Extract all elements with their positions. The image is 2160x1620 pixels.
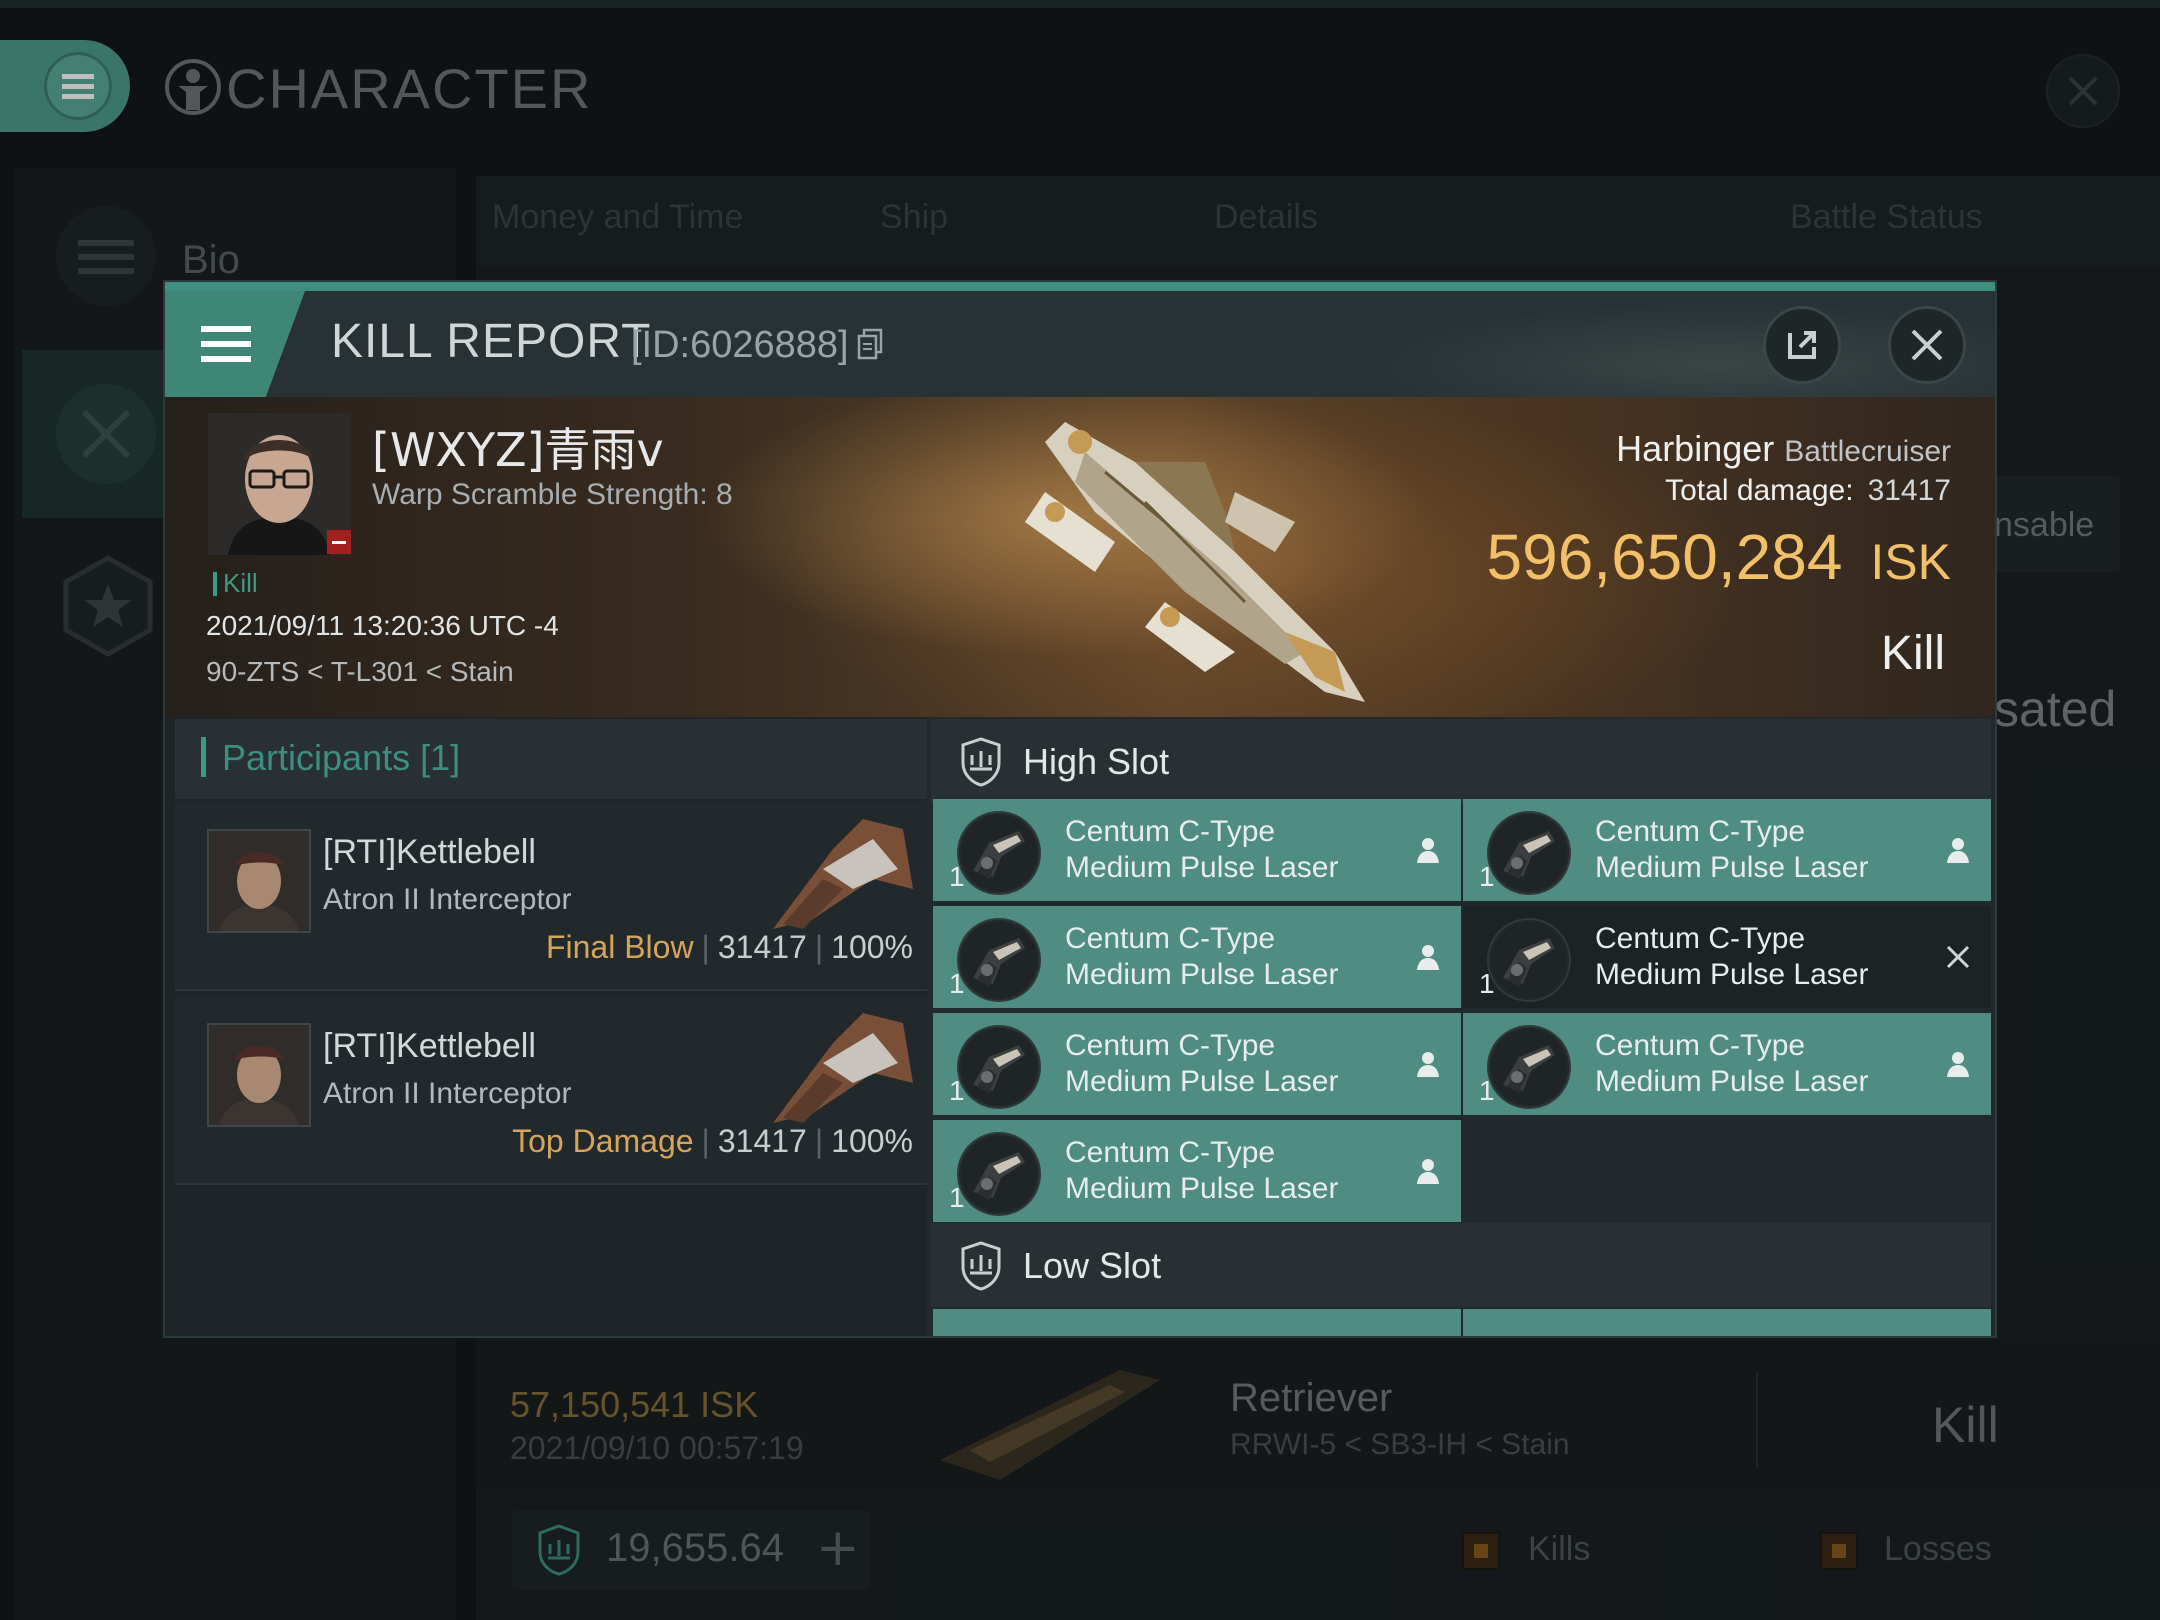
module-tile[interactable]: 1 Centum C-Type Medium Pulse Laser: [933, 906, 1461, 1008]
module-name-line2: Medium Pulse Laser: [1065, 851, 1339, 884]
isk-amount: 596,650,284: [1486, 521, 1843, 593]
copy-icon[interactable]: [857, 328, 883, 360]
participants-header-bar: [201, 737, 206, 777]
module-tile[interactable]: 1 Centum C-Type Medium Pulse Laser: [933, 1120, 1461, 1222]
pulse-laser-icon: [1487, 1025, 1571, 1109]
pulse-laser-icon: [1487, 918, 1571, 1002]
low-slot-label: Low Slot: [1023, 1245, 1162, 1286]
victim-pilot-name[interactable]: [WXYZ]青雨v: [372, 414, 664, 480]
ship-class: Battlecruiser: [1784, 435, 1951, 468]
kill-location[interactable]: 90-ZTS < T-L301 < Stain: [206, 656, 514, 688]
participant-percent: 100%: [831, 1123, 913, 1159]
participant-stats: Top Damage | 31417 | 100%: [512, 1123, 913, 1159]
module-tile[interactable]: 1 Centum C-Type Medium Pulse Laser: [1463, 906, 1991, 1008]
kill-tag: Kill: [223, 568, 258, 598]
participant-damage: 31417: [717, 929, 807, 965]
low-slot-icon: [959, 1241, 1003, 1291]
high-slot-icon: [959, 737, 1003, 787]
total-damage-value: 31417: [1867, 474, 1951, 507]
module-quantity: 1: [949, 968, 965, 999]
module-name-line2: Medium Pulse Laser: [1065, 958, 1339, 991]
high-slot-header: High Slot: [931, 719, 1991, 803]
person-icon: [1943, 1049, 1973, 1079]
module-name-line2: Medium Pulse Laser: [1595, 958, 1869, 991]
module-tile[interactable]: 1 Centum C-Type Medium Pulse Laser: [1463, 799, 1991, 901]
module-quantity: 1: [949, 861, 965, 892]
module-tile[interactable]: 1 Centum C-Type Medium Pulse Laser: [933, 799, 1461, 901]
warp-scramble-strength: Warp Scramble Strength: 8: [372, 478, 733, 511]
module-row-partial[interactable]: [933, 1309, 1461, 1336]
pulse-laser-icon: [957, 811, 1041, 895]
participant-ship-image: [753, 1003, 923, 1133]
module-name-line1: Centum C-Type: [1065, 922, 1276, 955]
participant-name: [RTI]Kettlebell: [323, 833, 536, 871]
module-name-line1: Centum C-Type: [1065, 815, 1276, 848]
module-name-line1: Centum C-Type: [1595, 1029, 1806, 1062]
menu-icon: [165, 291, 315, 397]
participant-row[interactable]: [RTI]Kettlebell Atron II Interceptor Fin…: [175, 801, 927, 991]
module-name-line1: Centum C-Type: [1065, 1136, 1276, 1169]
person-icon: [1413, 835, 1443, 865]
victim-ship-image: [905, 402, 1465, 712]
final-blow-label: Final Blow: [545, 929, 694, 965]
module-name-line1: Centum C-Type: [1065, 1029, 1276, 1062]
pulse-laser-icon: [957, 1025, 1041, 1109]
participant-ship-image: [753, 809, 923, 939]
report-type: Kill: [1880, 627, 1945, 680]
module-name-line1: Centum C-Type: [1595, 922, 1806, 955]
ship-name: Harbinger: [1616, 428, 1775, 469]
participant-percent: 100%: [831, 929, 913, 965]
module-name-line2: Medium Pulse Laser: [1595, 851, 1869, 884]
person-icon: [1413, 1049, 1443, 1079]
person-icon: [1413, 942, 1443, 972]
module-name-line2: Medium Pulse Laser: [1065, 1065, 1339, 1098]
destroyed-x-icon: [1943, 942, 1973, 972]
pulse-laser-icon: [957, 918, 1041, 1002]
kill-report-modal: KILL REPORT [ID:6026888] [WXYZ]青雨v Warp …: [165, 282, 1995, 1336]
participant-damage: 31417: [717, 1123, 807, 1159]
modal-accent-line: [165, 282, 1995, 291]
kill-report-id: [ID:6026888]: [631, 324, 849, 366]
high-slot-label: High Slot: [1023, 741, 1170, 782]
low-slot-header: Low Slot: [931, 1223, 1991, 1307]
share-icon: [1788, 331, 1816, 359]
participant-row[interactable]: [RTI]Kettlebell Atron II Interceptor Top…: [175, 995, 927, 1185]
total-damage: Total damage: 31417: [1665, 474, 1951, 508]
kill-tag-bar: [213, 572, 217, 596]
module-tile[interactable]: 1 Centum C-Type Medium Pulse Laser: [1463, 1013, 1991, 1115]
module-name-line2: Medium Pulse Laser: [1065, 1172, 1339, 1205]
participants-label: Participants [1]: [222, 737, 461, 778]
module-quantity: 1: [949, 1182, 965, 1213]
pulse-laser-icon: [957, 1132, 1041, 1216]
total-damage-label: Total damage:: [1665, 474, 1854, 507]
participant-avatar[interactable]: [207, 1023, 311, 1127]
isk-value: 596,650,284 ISK: [1487, 520, 1952, 594]
module-name-line1: Centum C-Type: [1595, 815, 1806, 848]
person-icon: [1943, 835, 1973, 865]
close-icon: [1911, 329, 1943, 361]
isk-unit: ISK: [1870, 534, 1951, 590]
participant-ship: Atron II Interceptor: [323, 1077, 572, 1110]
share-button[interactable]: [1763, 306, 1841, 384]
module-name-line2: Medium Pulse Laser: [1595, 1065, 1869, 1098]
module-quantity: 1: [1479, 861, 1495, 892]
module-quantity: 1: [1479, 1075, 1495, 1106]
participant-avatar[interactable]: [207, 829, 311, 933]
module-quantity: 1: [949, 1075, 965, 1106]
participant-name: [RTI]Kettlebell: [323, 1027, 536, 1065]
kill-date: 2021/09/11 13:20:36 UTC -4: [206, 610, 559, 641]
participant-stats: Final Blow | 31417 | 100%: [545, 929, 913, 965]
module-row-partial[interactable]: [1463, 1309, 1991, 1336]
modal-title: KILL REPORT: [331, 315, 652, 368]
person-icon: [1413, 1156, 1443, 1186]
destroyed-badge: [327, 530, 351, 554]
top-damage-label: Top Damage: [512, 1123, 694, 1159]
participant-ship: Atron II Interceptor: [323, 883, 572, 916]
module-quantity: 1: [1479, 968, 1495, 999]
module-tile[interactable]: 1 Centum C-Type Medium Pulse Laser: [933, 1013, 1461, 1115]
close-button[interactable]: [1888, 306, 1966, 384]
victim-ship-name[interactable]: Harbinger Battlecruiser: [1616, 428, 1951, 470]
pulse-laser-icon: [1487, 811, 1571, 895]
